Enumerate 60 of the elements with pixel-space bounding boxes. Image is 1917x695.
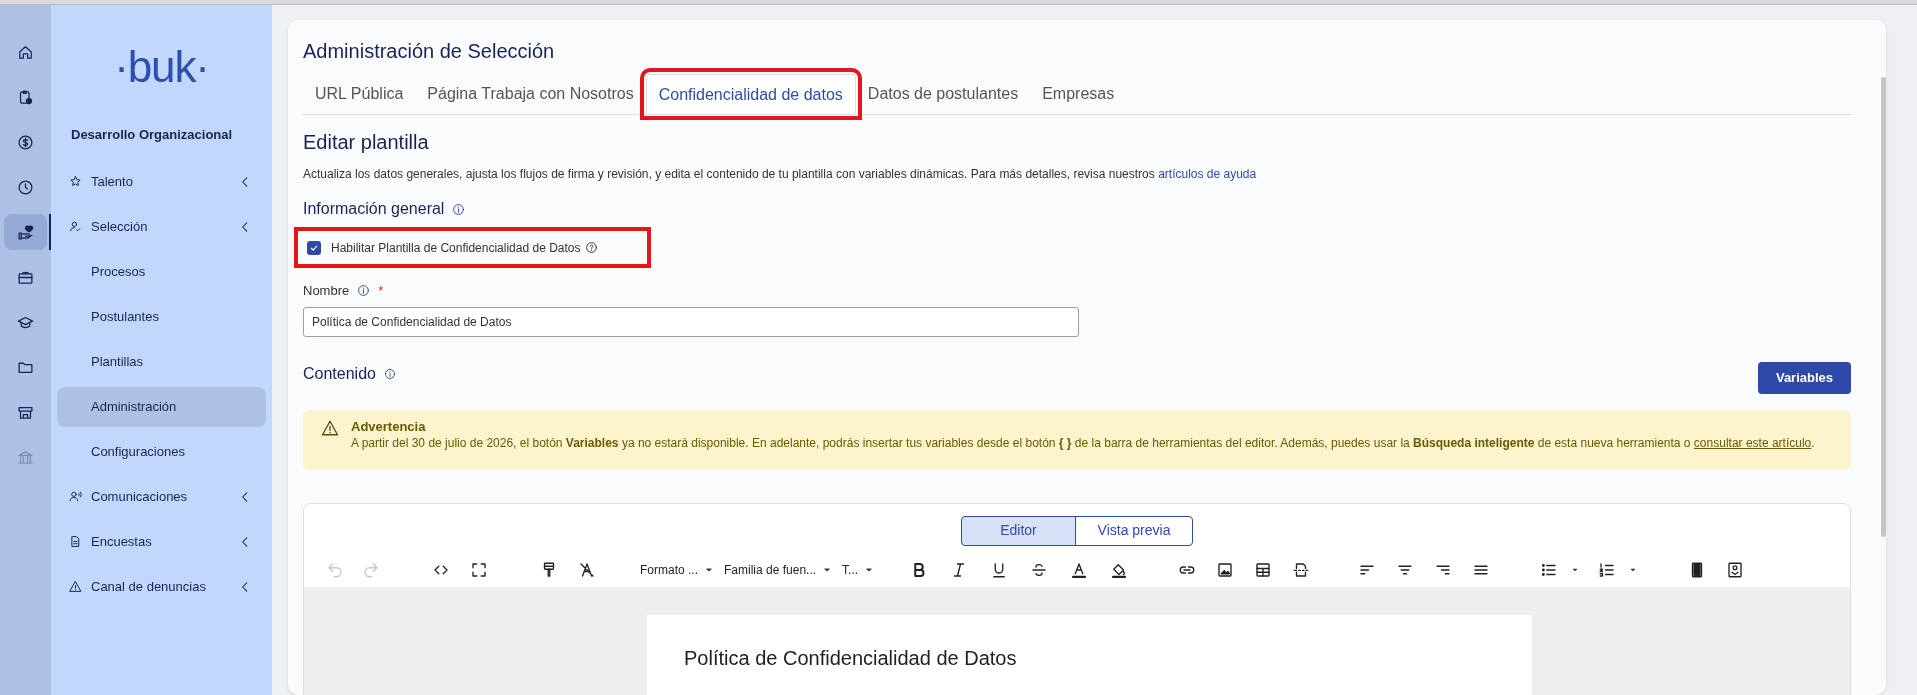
document-title: Política de Confidencialidad de Datos: [684, 645, 1017, 671]
warning-icon: [69, 580, 82, 593]
warning-text: A partir del 30 de julio de 2026, el botón Variables ya no estará disponible. En adelante, podrás insertar tus variables desde el botón { } de la barra de herramientas del editor. Además, puedes usar la Búsqueda inteligente de esta nueva herramienta o consultar este artículo.: [351, 434, 1816, 451]
sidebar-item[interactable]: Plantillas: [57, 341, 266, 382]
required-mark: *: [378, 282, 384, 300]
clipboard-clock-icon: [17, 88, 34, 106]
mode-toggle[interactable]: Editor: [961, 515, 1076, 546]
sidebar-item[interactable]: Selección: [57, 206, 266, 247]
mode-toggle[interactable]: Vista previa: [1075, 515, 1193, 546]
section-heading: Editar plantilla: [303, 130, 430, 155]
section-title: Desarrollo Organizacional: [71, 126, 234, 144]
sidebar-item[interactable]: Configuraciones: [57, 431, 266, 472]
redo-icon: [362, 560, 380, 579]
info-icon: [357, 284, 371, 298]
description-text: Actualiza los datos generales, ajusta los flujos de firma y revisión, y edita el contenido de tu plantilla con variables dinámicas. Para más detalles, revisa nuestros artículos de ayuda: [303, 166, 1258, 183]
bank-icon: [17, 448, 34, 466]
sidebar-item[interactable]: Canal de denuncias: [57, 566, 266, 607]
tab[interactable]: Datos de postulantes: [855, 74, 1031, 114]
sidebar-item[interactable]: Administración: [57, 386, 266, 427]
sidebar-item[interactable]: Procesos: [57, 251, 266, 292]
help-link[interactable]: artículos de ayuda: [1158, 167, 1257, 181]
font-dropdown[interactable]: Familia de fuen...: [724, 560, 833, 579]
name-field[interactable]: Política de Confidencialidad de Datos: [303, 306, 1079, 337]
sidebar-item[interactable]: Talento: [57, 161, 266, 202]
page-break-icon: [1292, 560, 1311, 579]
dollar-circle-icon: [17, 133, 34, 151]
hand-heart-icon: [17, 223, 34, 241]
tab[interactable]: Empresas: [1030, 74, 1127, 114]
person-check-icon: [69, 220, 82, 233]
info-icon: [383, 367, 396, 380]
field-label: Nombre: [303, 282, 350, 300]
sidebar-item[interactable]: Encuestas: [57, 521, 266, 562]
font-dropdown[interactable]: Formato ...: [640, 560, 714, 579]
variables-button[interactable]: Variables: [1758, 361, 1851, 394]
clock-icon: [17, 178, 34, 196]
template-icon: [1726, 560, 1745, 579]
warning-icon: [321, 418, 339, 437]
page-title: Administración de Selección: [303, 39, 556, 64]
checkbox-label: Habilitar Plantilla de Confidencialidad de Datos: [331, 239, 581, 257]
help-icon: [585, 241, 599, 254]
checkbox[interactable]: [307, 240, 321, 255]
info-icon: [452, 202, 466, 216]
star-icon: [69, 175, 82, 188]
numbered-list-icon: [1598, 560, 1617, 579]
tab[interactable]: Página Trabaja con Nosotros: [415, 74, 646, 114]
undo-icon: [326, 560, 344, 579]
section-heading: Información general: [303, 199, 445, 219]
tab[interactable]: URL Pública: [303, 74, 416, 114]
buk-logo: ·buk·: [114, 43, 209, 91]
sidebar-item[interactable]: Postulantes: [57, 296, 266, 337]
sidebar-item[interactable]: Comunicaciones: [57, 476, 266, 517]
font-dropdown[interactable]: T...: [842, 560, 875, 579]
image-icon: [1216, 560, 1235, 579]
fullscreen-icon: [470, 560, 488, 579]
section-heading: Contenido: [303, 363, 376, 384]
document-icon: [69, 535, 82, 548]
home-icon: [17, 43, 34, 61]
table-icon: [1254, 560, 1273, 579]
person-speaking-icon: [69, 490, 82, 503]
warning-title: Advertencia: [351, 418, 427, 435]
